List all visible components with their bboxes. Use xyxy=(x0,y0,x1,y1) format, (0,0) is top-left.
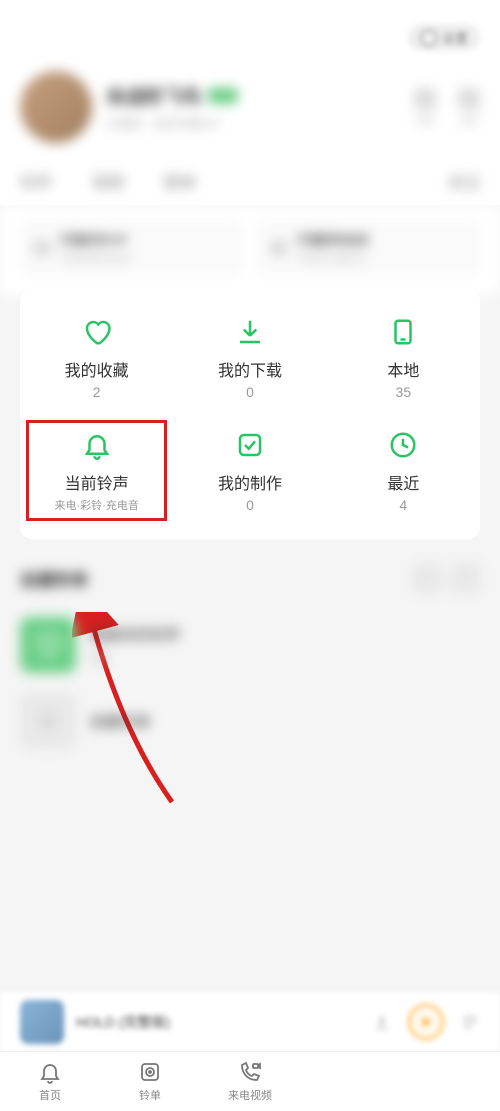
nav-disc-icon xyxy=(138,1060,162,1084)
player-cover xyxy=(20,1000,64,1044)
profile-subtitle: 已登录 · 会员专属VIP xyxy=(106,115,400,132)
checkbox-icon xyxy=(233,428,267,462)
player-title: HOLD (完整版) xyxy=(76,1012,360,1032)
tab-video[interactable]: 视频 xyxy=(92,169,124,193)
crbt-promo-icon xyxy=(269,238,289,258)
list-item[interactable]: 我喜欢的铃声 2首 xyxy=(20,607,480,683)
player-list-icon[interactable] xyxy=(460,1012,480,1032)
nav-phone-video-icon xyxy=(238,1060,262,1084)
profile-name: 未战的飞鸟 xyxy=(106,82,201,109)
vip-badge: VIP xyxy=(209,88,237,103)
scan-icon xyxy=(414,88,436,110)
nav-video-call[interactable]: 来电视频 xyxy=(200,1052,300,1111)
playlist-cover xyxy=(20,617,76,673)
player-download-icon[interactable] xyxy=(372,1012,392,1032)
grid-current-ringtone[interactable]: 当前铃声 来电·彩铃·充电音 xyxy=(20,414,173,527)
bottom-nav: 首页 铃单 来电视频 xyxy=(0,1051,500,1111)
add-playlist-icon: + xyxy=(20,693,76,749)
grid-local[interactable]: 本地 35 xyxy=(327,301,480,414)
promo-row: 开通多多VIP 开通享更多特权 开通彩铃会员 开通享专属彩铃 xyxy=(0,205,500,295)
grid-recent[interactable]: 最近 4 xyxy=(327,414,480,527)
nav-playlist[interactable]: 铃单 xyxy=(100,1052,200,1111)
promo-vip[interactable]: 开通多多VIP 开通享更多特权 xyxy=(20,219,243,277)
grid-favorites[interactable]: 我的收藏 2 xyxy=(20,301,173,414)
grid-my-creation[interactable]: 我的制作 0 xyxy=(173,414,326,527)
quick-grid: 我的收藏 2 我的下载 0 本地 35 当前铃声 来电·彩铃·充电音 xyxy=(20,289,480,539)
promo-crbt[interactable]: 开通彩铃会员 开通享专属彩铃 xyxy=(257,219,480,277)
profile-block[interactable]: 未战的飞鸟 VIP 已登录 · 会员专属VIP 扫码 会员 xyxy=(20,67,480,161)
header-settings[interactable]: 设置 xyxy=(20,16,480,67)
tab-playlist[interactable]: 歌单 xyxy=(164,169,196,193)
heart-icon xyxy=(80,315,114,349)
profile-action-scan[interactable]: 扫码 xyxy=(414,88,436,127)
download-icon xyxy=(233,315,267,349)
tabs: 铃声 视频 歌单 关注 xyxy=(20,161,480,205)
nav-spacer xyxy=(300,1052,500,1111)
profile-action-vip[interactable]: 会员 xyxy=(458,88,480,127)
list-action-2[interactable] xyxy=(450,563,480,593)
play-button[interactable] xyxy=(408,1004,444,1040)
nav-bell-icon xyxy=(38,1060,62,1084)
grid-downloads[interactable]: 我的下载 0 xyxy=(173,301,326,414)
gear-icon xyxy=(420,29,438,47)
vip-icon xyxy=(458,88,480,110)
phone-icon xyxy=(386,315,420,349)
list-item[interactable]: + 创建铃单 xyxy=(20,683,480,759)
ringtone-playlists: 自建铃单 我喜欢的铃声 2首 + 创建铃单 xyxy=(0,539,500,759)
mini-player[interactable]: HOLD (完整版) xyxy=(0,991,500,1051)
bell-icon xyxy=(80,428,114,462)
clock-icon xyxy=(386,428,420,462)
list-action-1[interactable] xyxy=(412,563,442,593)
avatar[interactable] xyxy=(20,71,92,143)
section-title: 自建铃单 xyxy=(20,566,88,591)
tab-ringtone[interactable]: 铃声 xyxy=(20,169,52,193)
nav-home[interactable]: 首页 xyxy=(0,1052,100,1111)
vip-promo-icon xyxy=(32,238,52,258)
tab-follow[interactable]: 关注 xyxy=(448,169,480,193)
